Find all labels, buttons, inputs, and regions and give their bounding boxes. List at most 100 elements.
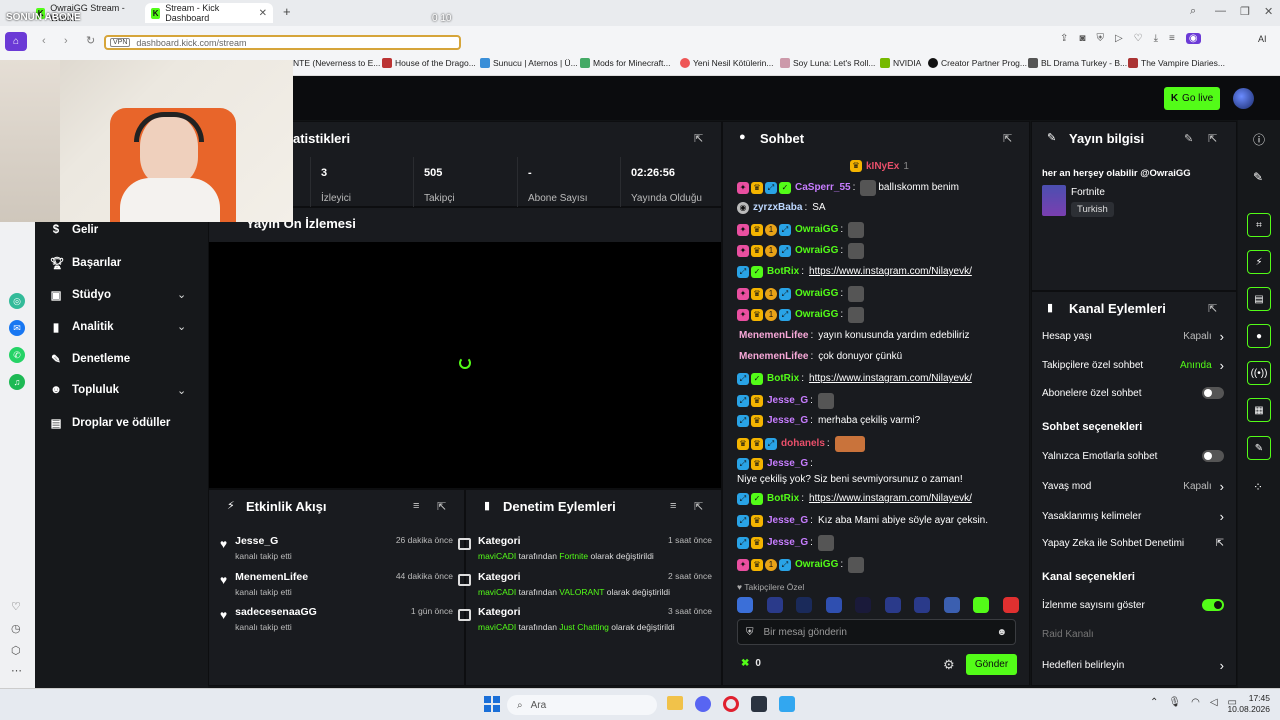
heart-icon[interactable]: ♡ bbox=[1134, 33, 1143, 44]
search-icon[interactable]: ⌕ bbox=[1190, 5, 1196, 18]
badge-icon[interactable]: ♛ bbox=[737, 438, 749, 450]
badge-icon[interactable]: ✓ bbox=[779, 182, 791, 194]
emote-icon[interactable] bbox=[848, 557, 865, 573]
emote-icon[interactable] bbox=[766, 597, 783, 613]
avatar[interactable] bbox=[1233, 88, 1254, 109]
badge-icon[interactable]: ⤢ bbox=[737, 458, 749, 470]
sidebar-item-gelir[interactable]: $ Gelir bbox=[50, 224, 98, 236]
option-control[interactable] bbox=[1202, 599, 1224, 611]
storage-icon[interactable]: ▦ bbox=[1247, 398, 1271, 422]
channel-action-row[interactable]: Hesap yaşı Kapalı › bbox=[1042, 329, 1224, 344]
badge-icon[interactable]: ♛ bbox=[751, 438, 763, 450]
chevron-down-icon[interactable]: ⌄ bbox=[177, 320, 186, 333]
gear-icon[interactable]: ⚙ bbox=[943, 657, 955, 673]
chatgpt-icon[interactable]: ◎ bbox=[9, 293, 25, 309]
home-icon[interactable]: ⌂ bbox=[5, 32, 27, 51]
badge-icon[interactable]: ♛ bbox=[751, 245, 763, 257]
popout-icon[interactable]: ⇱ bbox=[437, 500, 446, 513]
channel-action-row[interactable]: Abonelere özel sohbet bbox=[1042, 387, 1224, 399]
emote-icon[interactable] bbox=[848, 222, 865, 238]
chevron-right-icon[interactable]: › bbox=[1220, 509, 1224, 524]
chat-link[interactable]: https://www.instagram.com/Nilayevk/ bbox=[809, 265, 972, 279]
history-icon[interactable]: ◷ bbox=[11, 622, 21, 635]
chat-username[interactable]: Jesse_G bbox=[767, 394, 808, 408]
toggle-switch[interactable] bbox=[1202, 450, 1224, 462]
pinned-user[interactable]: ♛ kINyEx 1 bbox=[850, 160, 909, 172]
heart-icon[interactable]: ♡ bbox=[11, 600, 21, 613]
badge-icon[interactable]: ⤢ bbox=[737, 515, 749, 527]
badge-icon[interactable]: ⤢ bbox=[737, 373, 749, 385]
emoji-icon[interactable]: ☻ bbox=[996, 627, 1007, 638]
option-control[interactable]: Kapalı › bbox=[1183, 329, 1224, 344]
badge-icon[interactable]: ⤢ bbox=[737, 537, 749, 549]
cube-icon[interactable]: ⬡ bbox=[11, 644, 21, 657]
bookmark[interactable]: The Vampire Diaries... bbox=[1128, 58, 1225, 68]
chat-username[interactable]: Jesse_G bbox=[767, 514, 808, 528]
channel-action-row[interactable]: Yasaklanmış kelimeler › bbox=[1042, 509, 1224, 524]
close-window-icon[interactable]: ✕ bbox=[1264, 5, 1273, 18]
badge-icon[interactable]: ♛ bbox=[751, 288, 763, 300]
option-control[interactable]: › bbox=[1220, 658, 1224, 673]
chat-username[interactable]: OwraiGG bbox=[795, 287, 838, 301]
wifi-icon[interactable]: ◠ bbox=[1191, 697, 1200, 708]
chat-username[interactable]: OwraiGG bbox=[795, 223, 838, 237]
chat-link[interactable]: https://www.instagram.com/Nilayevk/ bbox=[809, 492, 972, 506]
popout-icon[interactable]: ⇱ bbox=[694, 132, 703, 145]
option-control[interactable]: Kapalı › bbox=[1183, 479, 1224, 494]
reload-icon[interactable]: ↻ bbox=[86, 34, 95, 47]
chevron-right-icon[interactable]: › bbox=[1220, 329, 1224, 344]
badge-icon[interactable]: ♛ bbox=[751, 537, 763, 549]
badge-icon[interactable]: ♛ bbox=[751, 515, 763, 527]
emote-icon[interactable] bbox=[848, 243, 865, 259]
emote-icon[interactable] bbox=[834, 436, 865, 452]
file-explorer-icon[interactable] bbox=[667, 696, 683, 710]
chat-bubble-icon[interactable]: ● bbox=[1247, 324, 1271, 348]
chat-username[interactable]: Jesse_G bbox=[767, 414, 808, 428]
sidebar-item-basarilar[interactable]: 🏆︎ Başarılar bbox=[50, 256, 121, 270]
option-control[interactable]: ⇱ bbox=[1216, 538, 1224, 549]
sidebar-item-analitik[interactable]: ▮ Analitik bbox=[50, 320, 114, 334]
url-field[interactable]: VPN dashboard.kick.com/stream bbox=[104, 35, 461, 50]
external-link-icon[interactable]: ⇱ bbox=[1216, 538, 1224, 549]
channel-action-row[interactable]: İzlenme sayısını göster bbox=[1042, 599, 1224, 611]
badge-icon[interactable]: ⤢ bbox=[737, 395, 749, 407]
badge-icon[interactable]: ⤢ bbox=[779, 224, 791, 236]
badge-icon[interactable]: ♛ bbox=[751, 395, 763, 407]
sidebar-item-topluluk[interactable]: ☻ Topluluk bbox=[50, 384, 119, 396]
shield-icon[interactable]: ⛨ bbox=[1096, 33, 1104, 44]
chat-username[interactable]: BotRix bbox=[767, 372, 799, 386]
emote-icon[interactable] bbox=[914, 597, 931, 613]
badge-icon[interactable]: ♛ bbox=[751, 182, 763, 194]
badge-icon[interactable]: ✓ bbox=[751, 266, 763, 278]
taskbar-search[interactable]: ⌕ Ara bbox=[507, 695, 657, 715]
channel-action-row[interactable]: Hedefleri belirleyin › bbox=[1042, 658, 1224, 673]
chat-username[interactable]: Jesse_G bbox=[767, 536, 808, 550]
badge-icon[interactable]: ⤢ bbox=[779, 288, 791, 300]
bookmark[interactable]: NVIDIA bbox=[880, 58, 921, 68]
badge-icon[interactable]: 1 bbox=[765, 288, 777, 300]
back-icon[interactable]: ‹ bbox=[42, 35, 46, 47]
filter-icon[interactable]: ≡ bbox=[670, 500, 676, 512]
badge-icon[interactable]: ♛ bbox=[751, 415, 763, 427]
messenger-icon[interactable]: ✉ bbox=[9, 320, 25, 336]
volume-icon[interactable]: ◁ bbox=[1210, 697, 1218, 708]
maximize-icon[interactable]: ❐ bbox=[1240, 5, 1250, 18]
badge-icon[interactable]: 1 bbox=[765, 245, 777, 257]
minimize-icon[interactable]: — bbox=[1215, 5, 1226, 17]
badge-icon[interactable]: ♛ bbox=[751, 309, 763, 321]
clock[interactable]: 17:45 10.08.2026 bbox=[1222, 693, 1270, 715]
edit-icon[interactable]: ✎ bbox=[1184, 132, 1193, 145]
badge-icon[interactable]: ⤢ bbox=[779, 245, 791, 257]
channel-action-row[interactable]: Yavaş mod Kapalı › bbox=[1042, 479, 1224, 494]
chevron-up-icon[interactable]: ⌃ bbox=[1150, 697, 1158, 708]
popout-icon[interactable]: ⇱ bbox=[694, 500, 703, 513]
sidebar-item-droplar[interactable]: ▤ Droplar ve ödüller bbox=[50, 416, 171, 430]
badge-icon[interactable]: ◉ bbox=[737, 202, 749, 214]
wrench-icon[interactable]: ✎ bbox=[1247, 436, 1271, 460]
broadcast-icon[interactable]: ((•)) bbox=[1247, 361, 1271, 385]
windows-start-icon[interactable] bbox=[484, 696, 500, 712]
emote-icon[interactable] bbox=[973, 597, 990, 613]
emote-icon[interactable] bbox=[884, 597, 901, 613]
badge-icon[interactable]: ⤢ bbox=[779, 309, 791, 321]
bookmark[interactable]: House of the Drago... bbox=[382, 58, 476, 68]
